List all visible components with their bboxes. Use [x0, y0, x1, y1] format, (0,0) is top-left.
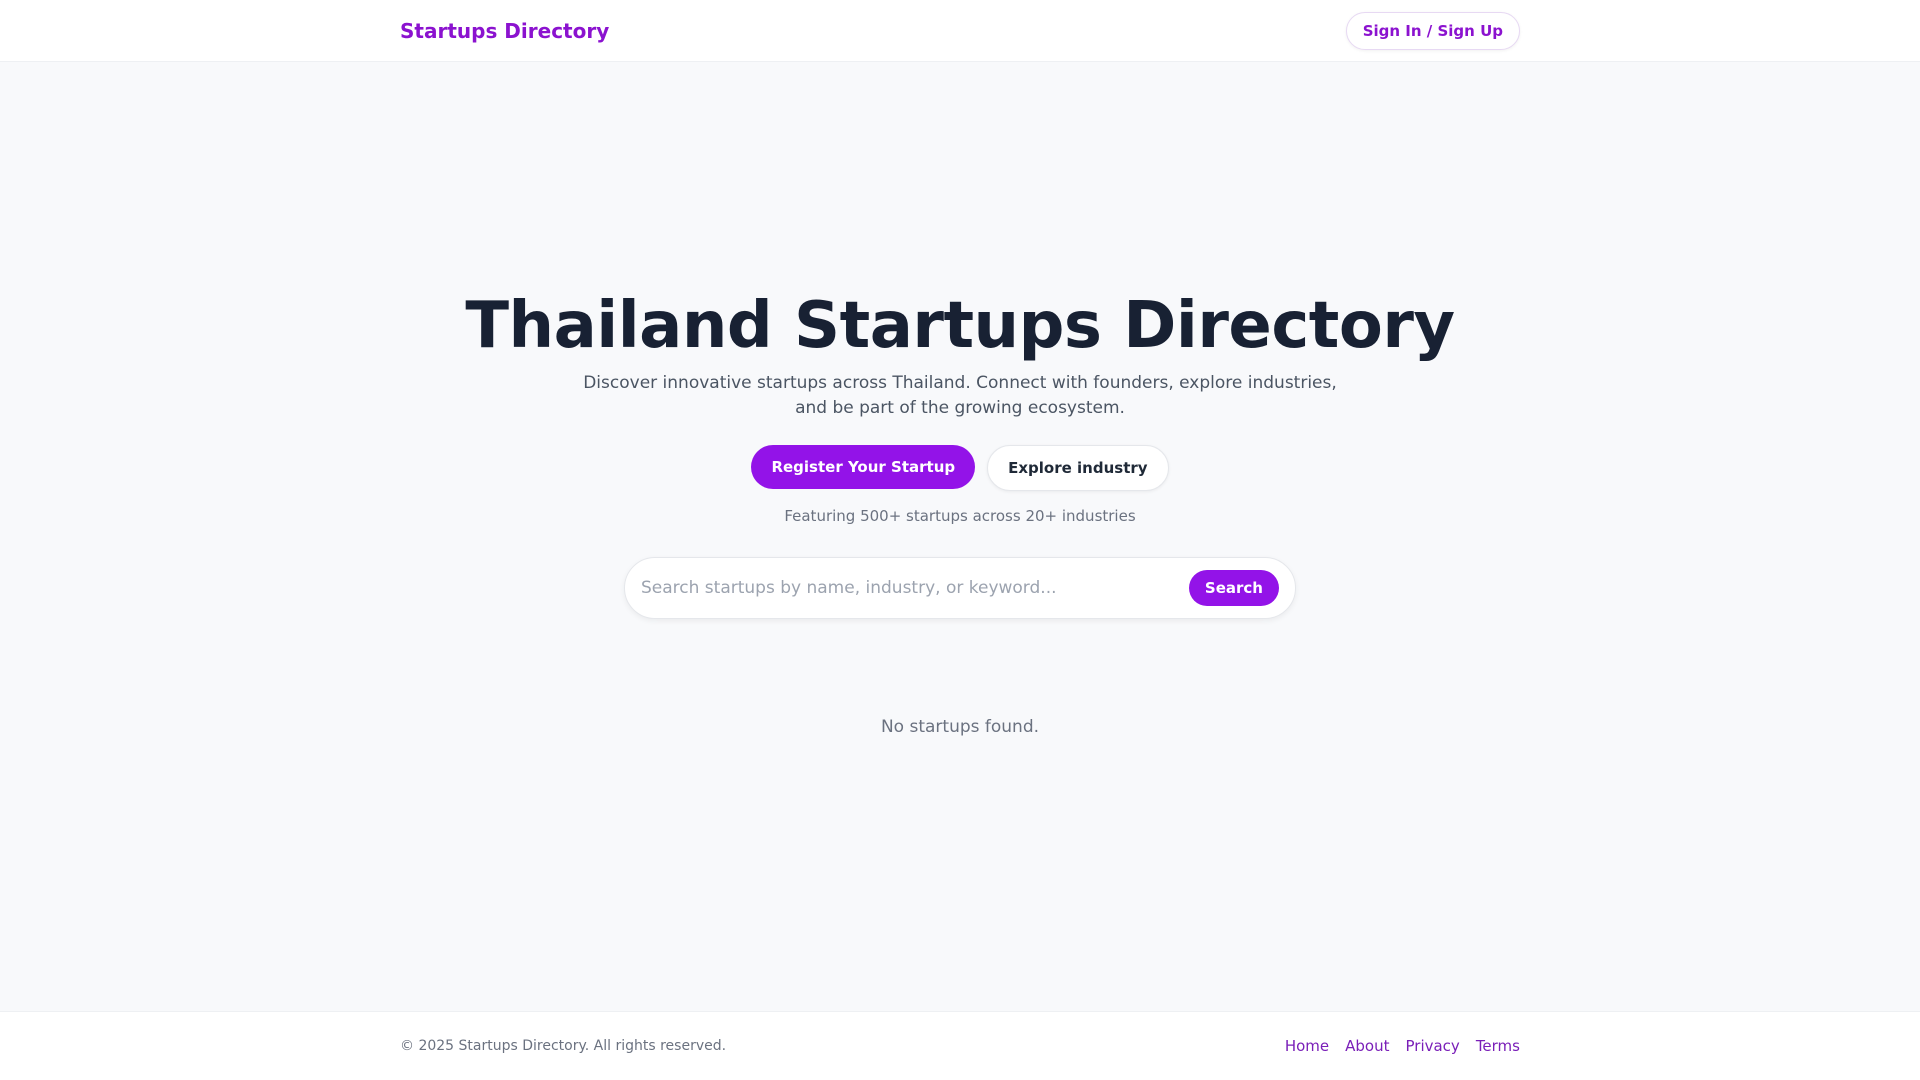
search-input[interactable] [641, 578, 1189, 598]
footer-nav: Home About Privacy Terms [1285, 1037, 1520, 1055]
footer-link-about[interactable]: About [1345, 1037, 1389, 1055]
top-navbar: Startups Directory Sign In / Sign Up [0, 0, 1920, 62]
cta-buttons: Register Your Startup Explore industry [0, 445, 1920, 491]
search-button[interactable]: Search [1188, 570, 1279, 606]
footer-link-home[interactable]: Home [1285, 1037, 1329, 1055]
page-title: Thailand Startups Directory [465, 289, 1455, 363]
featuring-stats: Featuring 500+ startups across 20+ indus… [784, 507, 1136, 525]
search-bar: Search [624, 557, 1296, 619]
page-footer: © 2025 Startups Directory. All rights re… [0, 1011, 1920, 1080]
footer-link-privacy[interactable]: Privacy [1406, 1037, 1460, 1055]
explore-industry-button[interactable]: Explore industry [987, 445, 1169, 491]
footer-link-terms[interactable]: Terms [1476, 1037, 1520, 1055]
hero-subtitle: Discover innovative startups across Thai… [583, 373, 1337, 418]
brand-logo-link[interactable]: Startups Directory [400, 19, 609, 43]
hero-section: Thailand Startups Directory Discover inn… [0, 62, 1920, 737]
navbar-container: Startups Directory Sign In / Sign Up [400, 0, 1520, 62]
copyright-text: © 2025 Startups Directory. All rights re… [400, 1038, 727, 1054]
sign-in-button[interactable]: Sign In / Sign Up [1345, 12, 1520, 50]
empty-results-message: No startups found. [880, 717, 1040, 737]
register-startup-button[interactable]: Register Your Startup [751, 445, 976, 489]
footer-container: © 2025 Startups Directory. All rights re… [400, 1012, 1520, 1080]
